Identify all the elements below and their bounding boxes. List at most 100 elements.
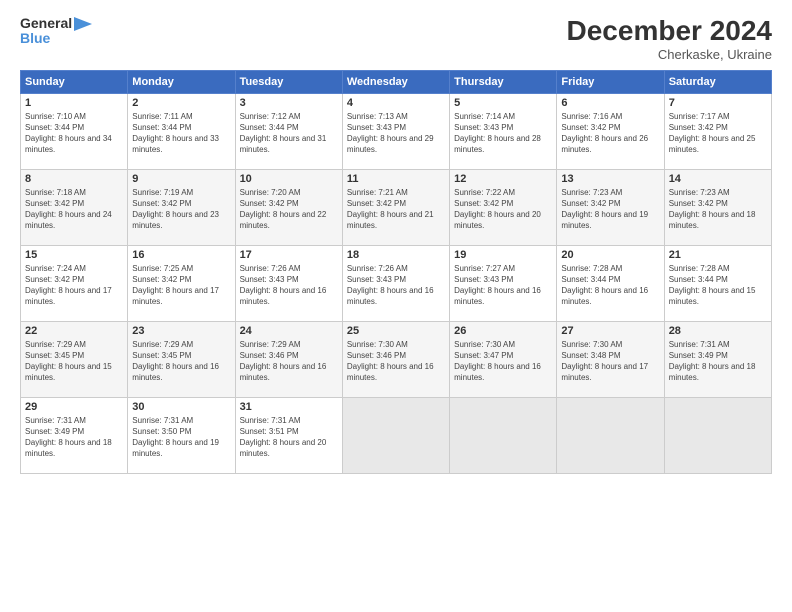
- calendar-cell: [557, 397, 664, 473]
- daylight-hours: Daylight: 8 hours and 17 minutes.: [561, 362, 648, 382]
- calendar-cell: 4 Sunrise: 7:13 AM Sunset: 3:43 PM Dayli…: [342, 93, 449, 169]
- sunrise-time: Sunrise: 7:10 AM: [25, 112, 86, 121]
- day-number: 17: [240, 249, 338, 261]
- calendar-week-row: 1 Sunrise: 7:10 AM Sunset: 3:44 PM Dayli…: [21, 93, 772, 169]
- calendar-cell: 29 Sunrise: 7:31 AM Sunset: 3:49 PM Dayl…: [21, 397, 128, 473]
- calendar-cell: 8 Sunrise: 7:18 AM Sunset: 3:42 PM Dayli…: [21, 169, 128, 245]
- calendar-cell: 27 Sunrise: 7:30 AM Sunset: 3:48 PM Dayl…: [557, 321, 664, 397]
- sunset-time: Sunset: 3:42 PM: [25, 199, 84, 208]
- header-saturday: Saturday: [664, 70, 771, 93]
- calendar-cell: 15 Sunrise: 7:24 AM Sunset: 3:42 PM Dayl…: [21, 245, 128, 321]
- day-info: Sunrise: 7:18 AM Sunset: 3:42 PM Dayligh…: [25, 187, 123, 232]
- sunrise-time: Sunrise: 7:11 AM: [132, 112, 192, 121]
- day-info: Sunrise: 7:29 AM Sunset: 3:45 PM Dayligh…: [132, 339, 230, 384]
- calendar-cell: 20 Sunrise: 7:28 AM Sunset: 3:44 PM Dayl…: [557, 245, 664, 321]
- sunrise-time: Sunrise: 7:28 AM: [561, 264, 622, 273]
- sunrise-time: Sunrise: 7:28 AM: [669, 264, 730, 273]
- day-number: 13: [561, 173, 659, 185]
- calendar-cell: 1 Sunrise: 7:10 AM Sunset: 3:44 PM Dayli…: [21, 93, 128, 169]
- day-info: Sunrise: 7:31 AM Sunset: 3:49 PM Dayligh…: [669, 339, 767, 384]
- day-info: Sunrise: 7:31 AM Sunset: 3:51 PM Dayligh…: [240, 415, 338, 460]
- sunrise-time: Sunrise: 7:17 AM: [669, 112, 730, 121]
- day-number: 23: [132, 325, 230, 337]
- logo-blue: Blue: [20, 31, 50, 46]
- calendar-cell: 7 Sunrise: 7:17 AM Sunset: 3:42 PM Dayli…: [664, 93, 771, 169]
- daylight-hours: Daylight: 8 hours and 20 minutes.: [454, 210, 541, 230]
- day-number: 31: [240, 401, 338, 413]
- sunset-time: Sunset: 3:42 PM: [132, 275, 191, 284]
- sunset-time: Sunset: 3:43 PM: [347, 123, 406, 132]
- day-info: Sunrise: 7:30 AM Sunset: 3:48 PM Dayligh…: [561, 339, 659, 384]
- daylight-hours: Daylight: 8 hours and 16 minutes.: [454, 286, 541, 306]
- daylight-hours: Daylight: 8 hours and 16 minutes.: [561, 286, 648, 306]
- header-monday: Monday: [128, 70, 235, 93]
- logo: General Blue: [20, 16, 92, 47]
- sunrise-time: Sunrise: 7:22 AM: [454, 188, 515, 197]
- day-info: Sunrise: 7:23 AM Sunset: 3:42 PM Dayligh…: [669, 187, 767, 232]
- calendar-week-row: 29 Sunrise: 7:31 AM Sunset: 3:49 PM Dayl…: [21, 397, 772, 473]
- day-number: 1: [25, 97, 123, 109]
- header-friday: Friday: [557, 70, 664, 93]
- calendar-cell: 24 Sunrise: 7:29 AM Sunset: 3:46 PM Dayl…: [235, 321, 342, 397]
- sunset-time: Sunset: 3:43 PM: [454, 123, 513, 132]
- sunrise-time: Sunrise: 7:31 AM: [669, 340, 730, 349]
- calendar-week-row: 22 Sunrise: 7:29 AM Sunset: 3:45 PM Dayl…: [21, 321, 772, 397]
- sunset-time: Sunset: 3:51 PM: [240, 427, 299, 436]
- sunrise-time: Sunrise: 7:31 AM: [132, 416, 193, 425]
- sunrise-time: Sunrise: 7:26 AM: [240, 264, 301, 273]
- daylight-hours: Daylight: 8 hours and 17 minutes.: [25, 286, 112, 306]
- calendar-cell: 10 Sunrise: 7:20 AM Sunset: 3:42 PM Dayl…: [235, 169, 342, 245]
- calendar-week-row: 8 Sunrise: 7:18 AM Sunset: 3:42 PM Dayli…: [21, 169, 772, 245]
- sunrise-time: Sunrise: 7:31 AM: [240, 416, 301, 425]
- calendar-cell: 25 Sunrise: 7:30 AM Sunset: 3:46 PM Dayl…: [342, 321, 449, 397]
- day-info: Sunrise: 7:24 AM Sunset: 3:42 PM Dayligh…: [25, 263, 123, 308]
- daylight-hours: Daylight: 8 hours and 17 minutes.: [132, 286, 219, 306]
- sunset-time: Sunset: 3:42 PM: [454, 199, 513, 208]
- daylight-hours: Daylight: 8 hours and 22 minutes.: [240, 210, 327, 230]
- sunset-time: Sunset: 3:43 PM: [454, 275, 513, 284]
- sunset-time: Sunset: 3:42 PM: [347, 199, 406, 208]
- sunset-time: Sunset: 3:43 PM: [240, 275, 299, 284]
- calendar-cell: 6 Sunrise: 7:16 AM Sunset: 3:42 PM Dayli…: [557, 93, 664, 169]
- daylight-hours: Daylight: 8 hours and 20 minutes.: [240, 438, 327, 458]
- calendar-cell: [342, 397, 449, 473]
- sunset-time: Sunset: 3:49 PM: [25, 427, 84, 436]
- day-info: Sunrise: 7:26 AM Sunset: 3:43 PM Dayligh…: [240, 263, 338, 308]
- daylight-hours: Daylight: 8 hours and 33 minutes.: [132, 134, 219, 154]
- day-number: 28: [669, 325, 767, 337]
- day-number: 6: [561, 97, 659, 109]
- day-number: 15: [25, 249, 123, 261]
- day-info: Sunrise: 7:20 AM Sunset: 3:42 PM Dayligh…: [240, 187, 338, 232]
- daylight-hours: Daylight: 8 hours and 15 minutes.: [669, 286, 756, 306]
- day-number: 30: [132, 401, 230, 413]
- day-info: Sunrise: 7:14 AM Sunset: 3:43 PM Dayligh…: [454, 111, 552, 156]
- day-info: Sunrise: 7:17 AM Sunset: 3:42 PM Dayligh…: [669, 111, 767, 156]
- sunset-time: Sunset: 3:42 PM: [561, 199, 620, 208]
- sunrise-time: Sunrise: 7:27 AM: [454, 264, 515, 273]
- day-info: Sunrise: 7:11 AM Sunset: 3:44 PM Dayligh…: [132, 111, 230, 156]
- sunset-time: Sunset: 3:49 PM: [669, 351, 728, 360]
- calendar-cell: 9 Sunrise: 7:19 AM Sunset: 3:42 PM Dayli…: [128, 169, 235, 245]
- calendar-cell: 19 Sunrise: 7:27 AM Sunset: 3:43 PM Dayl…: [450, 245, 557, 321]
- daylight-hours: Daylight: 8 hours and 16 minutes.: [454, 362, 541, 382]
- day-info: Sunrise: 7:30 AM Sunset: 3:46 PM Dayligh…: [347, 339, 445, 384]
- calendar-cell: 2 Sunrise: 7:11 AM Sunset: 3:44 PM Dayli…: [128, 93, 235, 169]
- day-info: Sunrise: 7:31 AM Sunset: 3:50 PM Dayligh…: [132, 415, 230, 460]
- header-sunday: Sunday: [21, 70, 128, 93]
- sunset-time: Sunset: 3:48 PM: [561, 351, 620, 360]
- day-info: Sunrise: 7:26 AM Sunset: 3:43 PM Dayligh…: [347, 263, 445, 308]
- sunrise-time: Sunrise: 7:14 AM: [454, 112, 515, 121]
- sunrise-time: Sunrise: 7:18 AM: [25, 188, 86, 197]
- calendar-cell: 26 Sunrise: 7:30 AM Sunset: 3:47 PM Dayl…: [450, 321, 557, 397]
- calendar-week-row: 15 Sunrise: 7:24 AM Sunset: 3:42 PM Dayl…: [21, 245, 772, 321]
- sunset-time: Sunset: 3:46 PM: [240, 351, 299, 360]
- sunset-time: Sunset: 3:42 PM: [132, 199, 191, 208]
- calendar-table: Sunday Monday Tuesday Wednesday Thursday…: [20, 70, 772, 474]
- day-number: 2: [132, 97, 230, 109]
- sunrise-time: Sunrise: 7:29 AM: [25, 340, 86, 349]
- sunset-time: Sunset: 3:42 PM: [240, 199, 299, 208]
- calendar-cell: [664, 397, 771, 473]
- header: General Blue December 2024 Cherkaske, Uk…: [20, 16, 772, 62]
- sunset-time: Sunset: 3:43 PM: [347, 275, 406, 284]
- sunset-time: Sunset: 3:44 PM: [25, 123, 84, 132]
